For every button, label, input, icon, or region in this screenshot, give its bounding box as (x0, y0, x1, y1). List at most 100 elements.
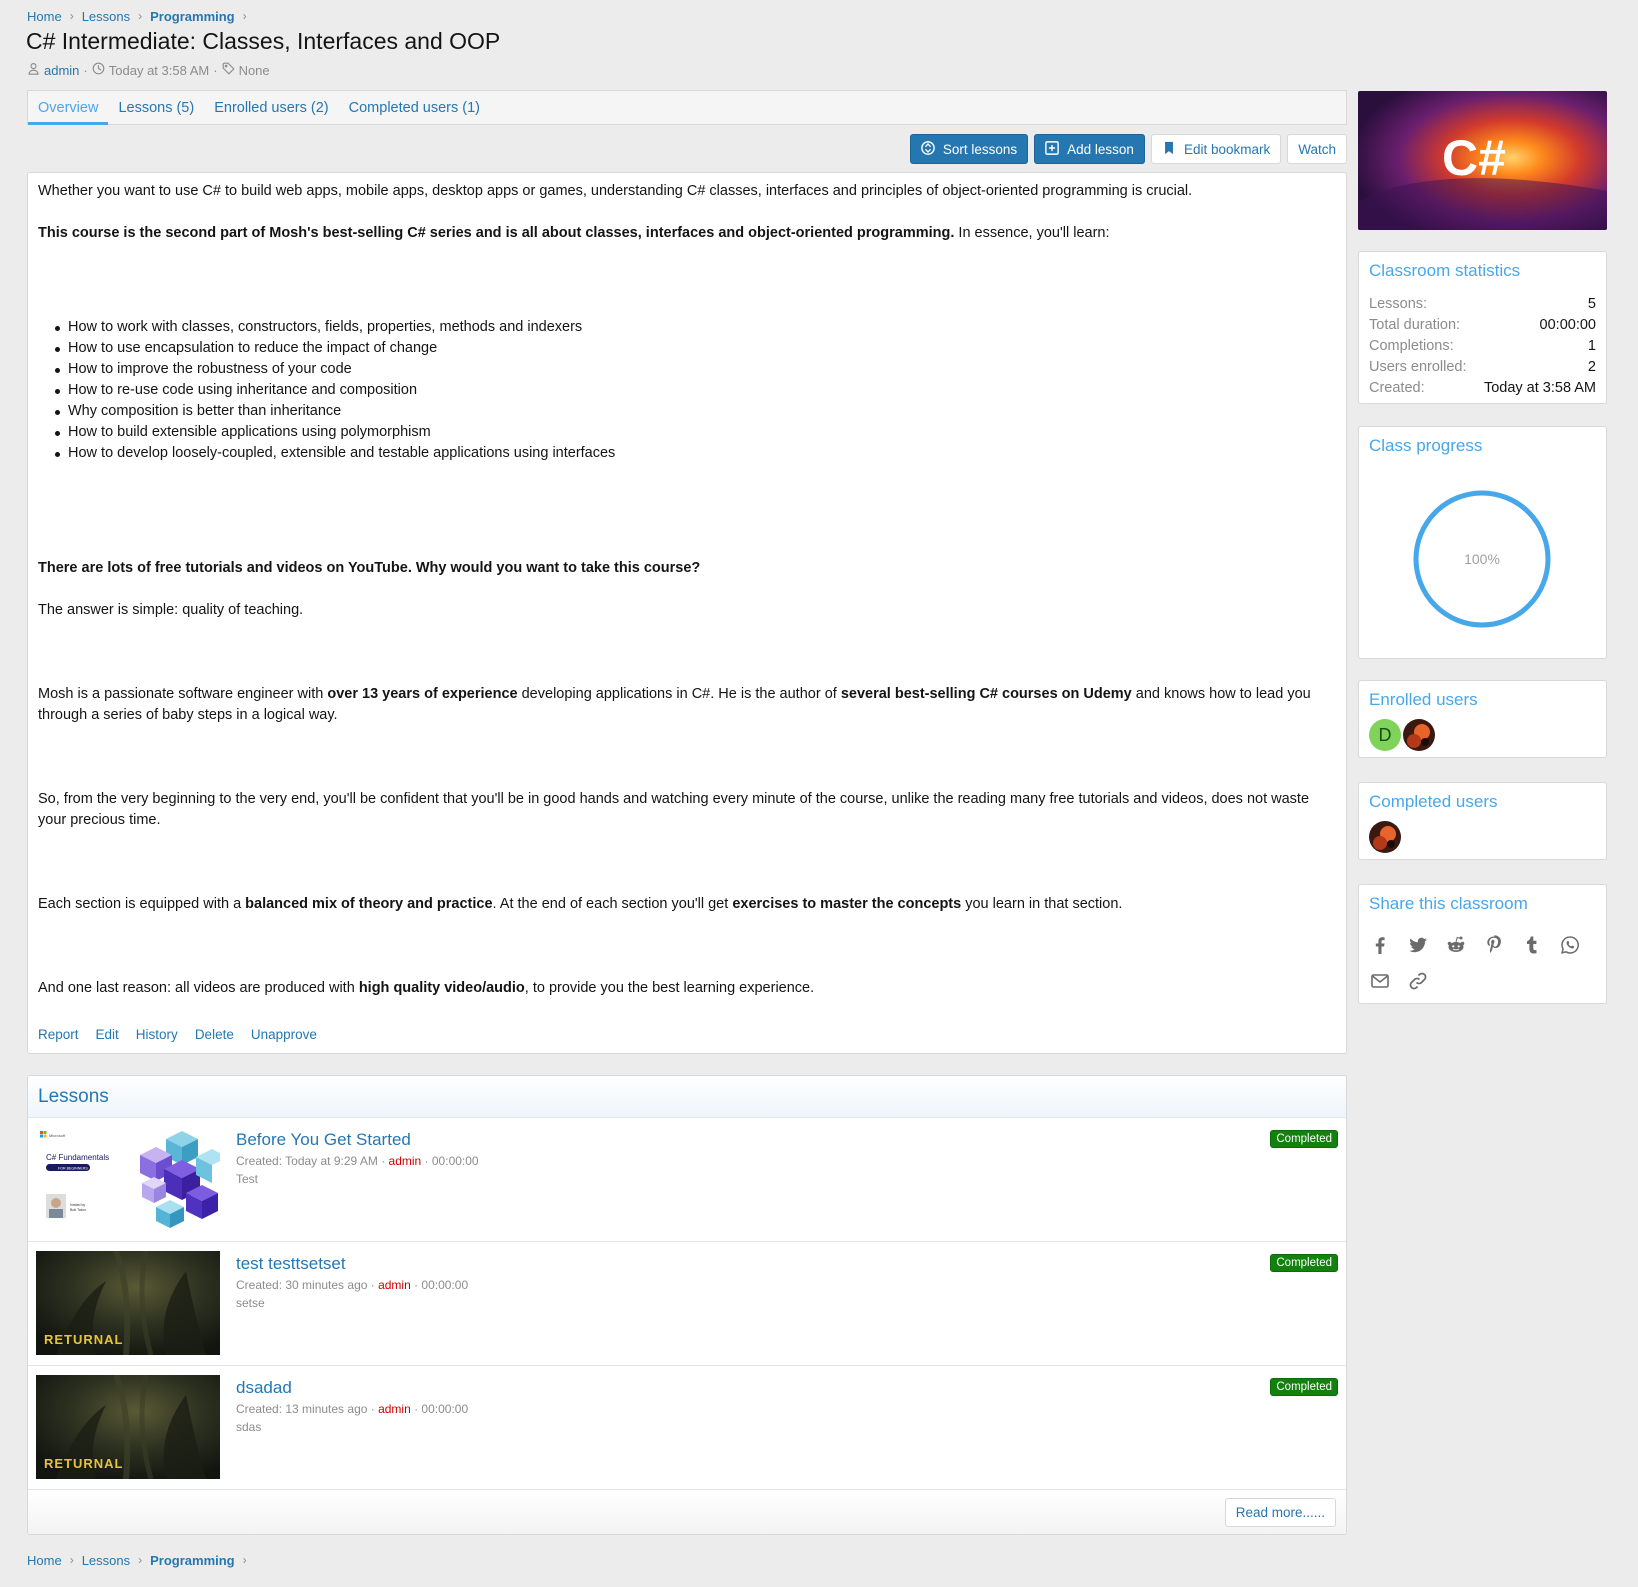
tab-enrolled-users[interactable]: Enrolled users (2) (204, 91, 338, 125)
list-item: How to use encapsulation to reduce the i… (38, 338, 1336, 359)
desc-paragraph: The answer is simple: quality of teachin… (38, 602, 304, 618)
avatar[interactable]: D (1369, 719, 1401, 751)
enrolled-users: Enrolled users D (1358, 680, 1607, 758)
desc-bold: balanced mix of theory and practice (245, 896, 493, 912)
link-icon[interactable] (1407, 970, 1429, 992)
stat-value: Today at 3:58 AM (1483, 380, 1596, 396)
lesson-thumbnail[interactable]: RETURNAL (36, 1251, 220, 1355)
list-item: How to develop loosely-coupled, extensib… (38, 443, 1336, 464)
add-lesson-button[interactable]: Add lesson (1034, 134, 1145, 164)
twitter-icon[interactable] (1407, 934, 1429, 956)
lesson-row: RETURNAL dsadad Created: 13 minutes ago … (28, 1366, 1346, 1490)
desc-text: , to provide you the best learning exper… (524, 980, 815, 996)
edit-bookmark-button[interactable]: Edit bookmark (1150, 134, 1282, 164)
lesson-title-link[interactable]: Before You Get Started (236, 1130, 411, 1150)
history-link[interactable]: History (136, 1024, 178, 1045)
watch-button[interactable]: Watch (1287, 134, 1347, 164)
breadcrumb-home[interactable]: Home (27, 9, 62, 24)
lesson-row: Microsoft C# Fundamentals FOR BEGINNERS … (28, 1118, 1346, 1242)
svg-text:hosted by: hosted by (70, 1203, 85, 1207)
lesson-description: sdas (236, 1420, 262, 1434)
lesson-thumbnail[interactable]: RETURNAL (36, 1375, 220, 1479)
breadcrumb-lessons[interactable]: Lessons (82, 1553, 130, 1568)
svg-text:RETURNAL: RETURNAL (44, 1332, 124, 1347)
author-link[interactable]: admin (44, 63, 79, 78)
chevron-right-icon: › (69, 1553, 74, 1567)
desc-bold: several best-selling C# courses on Udemy (840, 686, 1132, 702)
desc-bold: There are lots of free tutorials and vid… (38, 560, 701, 576)
avatar[interactable] (1369, 821, 1401, 853)
lesson-thumbnail[interactable]: Microsoft C# Fundamentals FOR BEGINNERS … (36, 1127, 220, 1231)
stat-key: Completions: (1369, 338, 1454, 354)
chevron-right-icon: › (138, 9, 143, 23)
progress-title: Class progress (1369, 436, 1483, 455)
tab-bar: Overview Lessons (5) Enrolled users (2) … (27, 90, 1347, 125)
desc-text: developing applications in C#. He is the… (517, 686, 841, 702)
lesson-author-link[interactable]: admin (389, 1154, 422, 1168)
avatar[interactable] (1403, 719, 1435, 751)
lesson-row: RETURNAL test testtsetset Created: 30 mi… (28, 1242, 1346, 1366)
lesson-duration: · 00:00:00 (410, 1278, 469, 1292)
class-progress: Class progress 100% (1358, 426, 1607, 659)
unapprove-link[interactable]: Unapprove (251, 1024, 317, 1045)
tab-completed-users[interactable]: Completed users (1) (339, 91, 490, 125)
edit-link[interactable]: Edit (96, 1024, 119, 1045)
sort-lessons-button[interactable]: Sort lessons (909, 134, 1029, 164)
share-title: Share this classroom (1369, 894, 1528, 913)
stat-key: Created: (1369, 380, 1425, 396)
delete-link[interactable]: Delete (195, 1024, 234, 1045)
report-link[interactable]: Report (38, 1024, 79, 1045)
csharp-cover-image: C# (1358, 91, 1607, 230)
completed-avatars (1359, 821, 1606, 853)
sort-lessons-label: Sort lessons (942, 141, 1018, 157)
tab-lessons[interactable]: Lessons (5) (108, 91, 204, 125)
post-actions: Report Edit History Delete Unapprove (38, 1024, 317, 1045)
breadcrumb-programming[interactable]: Programming (150, 1553, 235, 1568)
email-icon[interactable] (1369, 970, 1391, 992)
desc-paragraph: This course is the second part of Mosh's… (38, 223, 1336, 244)
whatsapp-icon[interactable] (1559, 934, 1581, 956)
breadcrumb-lessons[interactable]: Lessons (82, 9, 130, 24)
desc-bold: exercises to master the concepts (732, 896, 962, 912)
stats-title: Classroom statistics (1369, 261, 1521, 280)
returnal-thumbnail: RETURNAL (36, 1251, 220, 1355)
stat-row: Lessons: 5 (1359, 294, 1606, 315)
tumblr-icon[interactable] (1521, 934, 1543, 956)
breadcrumb-home[interactable]: Home (27, 1553, 62, 1568)
svg-text:Microsoft: Microsoft (49, 1133, 66, 1138)
desc-paragraph: Whether you want to use C# to build web … (38, 183, 1193, 199)
csharp-fundamentals-thumbnail: Microsoft C# Fundamentals FOR BEGINNERS … (36, 1127, 220, 1231)
post-date: Today at 3:58 AM (108, 62, 210, 78)
lesson-created: Created: 13 minutes ago · (236, 1402, 379, 1416)
lesson-meta: Created: 30 minutes ago · admin · 00:00:… (236, 1278, 468, 1292)
lesson-title-link[interactable]: dsadad (236, 1378, 292, 1398)
breadcrumb-programming[interactable]: Programming (150, 9, 235, 24)
desc-paragraph: Mosh is a passionate software engineer w… (38, 684, 1336, 726)
share-buttons (1359, 934, 1606, 992)
lesson-duration: · 00:00:00 (421, 1154, 479, 1168)
add-lesson-label: Add lesson (1067, 141, 1134, 157)
clock-icon (92, 62, 105, 78)
lesson-author-link[interactable]: admin (378, 1278, 411, 1292)
tags-value: None (238, 62, 270, 78)
stat-value: 5 (1587, 296, 1596, 312)
desc-paragraph: So, from the very beginning to the very … (38, 791, 1310, 828)
lesson-description: Test (236, 1172, 259, 1186)
lessons-block: Lessons Microsoft C# Fundamentals FOR BE… (27, 1075, 1347, 1535)
desc-bold: This course is the second part of Mosh's… (38, 225, 955, 241)
completed-users: Completed users (1358, 782, 1607, 860)
lesson-author-link[interactable]: admin (378, 1402, 411, 1416)
lesson-title-link[interactable]: test testtsetset (236, 1254, 346, 1274)
list-item: How to build extensible applications usi… (38, 422, 1336, 443)
lesson-description: setse (236, 1296, 265, 1310)
completed-title: Completed users (1369, 792, 1498, 811)
pinterest-icon[interactable] (1483, 934, 1505, 956)
desc-text: In essence, you'll learn: (954, 225, 1110, 241)
tab-overview[interactable]: Overview (28, 91, 109, 125)
reddit-icon[interactable] (1445, 934, 1467, 956)
list-item: How to work with classes, constructors, … (38, 317, 1336, 338)
facebook-icon[interactable] (1369, 934, 1391, 956)
list-item: How to improve the robustness of your co… (38, 359, 1336, 380)
action-bar: Sort lessons Add lesson Edit bookmark Wa… (909, 134, 1347, 164)
read-more-button[interactable]: Read more...... (1224, 1498, 1336, 1527)
